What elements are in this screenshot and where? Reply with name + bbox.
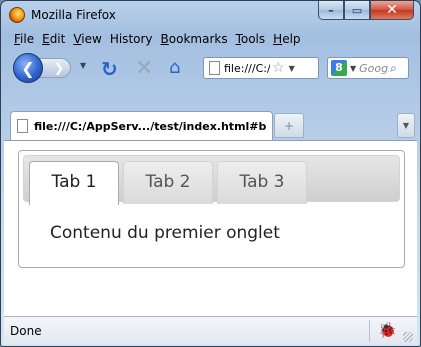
new-tab-button[interactable]: + bbox=[274, 113, 304, 138]
url-dropdown-icon[interactable]: ▼ bbox=[289, 64, 295, 73]
firebug-icon[interactable]: 🐞 bbox=[378, 321, 397, 339]
menu-file[interactable]: File bbox=[10, 32, 38, 46]
menu-tools[interactable]: Tools bbox=[232, 32, 270, 46]
firefox-icon bbox=[9, 7, 25, 23]
menu-bar: File Edit View History Bookmarks Tools H… bbox=[10, 32, 305, 46]
tab-panel-text: Contenu du premier onglet bbox=[50, 223, 280, 243]
search-engine-dropdown-icon[interactable]: ▼ bbox=[350, 64, 356, 73]
minimize-button[interactable]: – bbox=[318, 1, 344, 20]
bookmark-star-icon[interactable]: ☆ bbox=[272, 60, 285, 76]
menu-help[interactable]: Help bbox=[269, 32, 304, 46]
history-dropdown-icon[interactable]: ▼ bbox=[80, 61, 86, 70]
search-icon[interactable]: ⌕ bbox=[390, 61, 397, 76]
browser-tab-label: file:///C:/AppServ.../test/index.html#b bbox=[34, 119, 267, 133]
forward-button[interactable]: ❯ bbox=[39, 58, 71, 78]
url-bar[interactable]: file:///C:/AppServ/www/test/index.html#b… bbox=[203, 57, 319, 79]
status-bar: Done 🐞 bbox=[4, 316, 417, 344]
tabs-widget: Tab 1 Tab 2 Tab 3 Contenu du premier ong… bbox=[18, 150, 405, 268]
google-icon[interactable]: 8 bbox=[331, 60, 347, 76]
caption-buttons: – ▭ ✕ bbox=[318, 1, 414, 21]
home-icon[interactable]: ⌂ bbox=[169, 57, 180, 78]
tabs-header: Tab 1 Tab 2 Tab 3 bbox=[23, 155, 400, 205]
reload-icon[interactable]: ↻ bbox=[101, 57, 118, 81]
search-bar[interactable]: 8 ▼ Google ⌕ bbox=[327, 57, 409, 79]
tab-2[interactable]: Tab 2 bbox=[123, 161, 213, 204]
browser-tab-strip: file:///C:/AppServ.../test/index.html#b … bbox=[1, 105, 420, 140]
menu-history[interactable]: History bbox=[106, 32, 157, 46]
tab-1[interactable]: Tab 1 bbox=[29, 161, 119, 205]
close-button[interactable]: ✕ bbox=[370, 1, 414, 20]
status-text: Done bbox=[10, 324, 42, 338]
firefox-window: Mozilla Firefox – ▭ ✕ File Edit View His… bbox=[0, 0, 421, 347]
stop-icon[interactable]: ✕ bbox=[135, 56, 153, 81]
maximize-button[interactable]: ▭ bbox=[344, 1, 370, 20]
window-title: Mozilla Firefox bbox=[31, 8, 116, 22]
url-input[interactable]: file:///C:/AppServ/www/test/index.html#b bbox=[224, 62, 270, 75]
page-icon bbox=[17, 119, 28, 133]
menu-view[interactable]: View bbox=[69, 32, 105, 46]
status-separator bbox=[369, 320, 370, 342]
menu-edit[interactable]: Edit bbox=[38, 32, 69, 46]
tab-3[interactable]: Tab 3 bbox=[217, 161, 307, 204]
resize-grip[interactable] bbox=[403, 332, 413, 342]
navigation-toolbar: ❯ ❮ ▼ ↻ ✕ ⌂ file:///C:/AppServ/www/test/… bbox=[1, 51, 420, 83]
title-bar[interactable]: Mozilla Firefox – ▭ ✕ bbox=[1, 1, 420, 29]
browser-tab[interactable]: file:///C:/AppServ.../test/index.html#b bbox=[10, 111, 273, 140]
search-input[interactable]: Google bbox=[359, 62, 389, 75]
page-content: Tab 1 Tab 2 Tab 3 Contenu du premier ong… bbox=[4, 140, 417, 316]
menu-bookmarks[interactable]: Bookmarks bbox=[157, 32, 232, 46]
back-button[interactable]: ❮ bbox=[13, 53, 43, 83]
tab-list-button[interactable]: ▼ bbox=[397, 113, 415, 138]
page-icon bbox=[209, 61, 220, 75]
